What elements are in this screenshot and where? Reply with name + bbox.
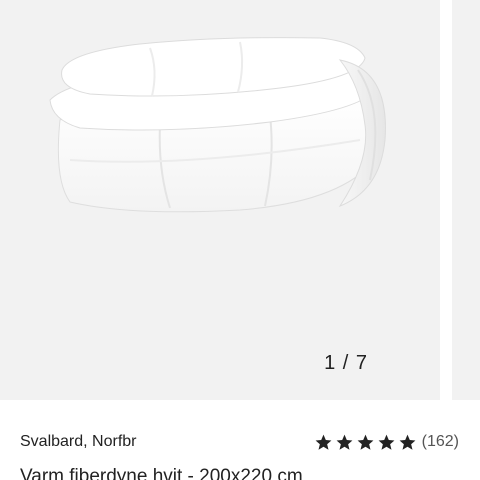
star-icon [356, 433, 375, 452]
product-page: 1 / 7 Svalbard, Norfbr (162) Varm fiberd… [0, 0, 480, 480]
image-gallery[interactable]: 1 / 7 [0, 0, 480, 400]
review-count[interactable]: (162) [422, 433, 459, 451]
star-icon [398, 433, 417, 452]
star-icon [335, 433, 354, 452]
image-counter: 1 / 7 [324, 352, 368, 374]
product-rating[interactable]: (162) [314, 432, 459, 452]
duvet-product-image [49, 37, 386, 213]
star-icon [377, 433, 396, 452]
star-icon [314, 433, 333, 452]
gallery-slide-next-peek[interactable] [452, 0, 480, 400]
gallery-slide-current[interactable]: 1 / 7 [0, 0, 440, 400]
product-brand-line: Svalbard, Norfbr [20, 433, 137, 450]
product-title: Varm fiberdyne hvit - 200x220 cm [20, 466, 303, 480]
